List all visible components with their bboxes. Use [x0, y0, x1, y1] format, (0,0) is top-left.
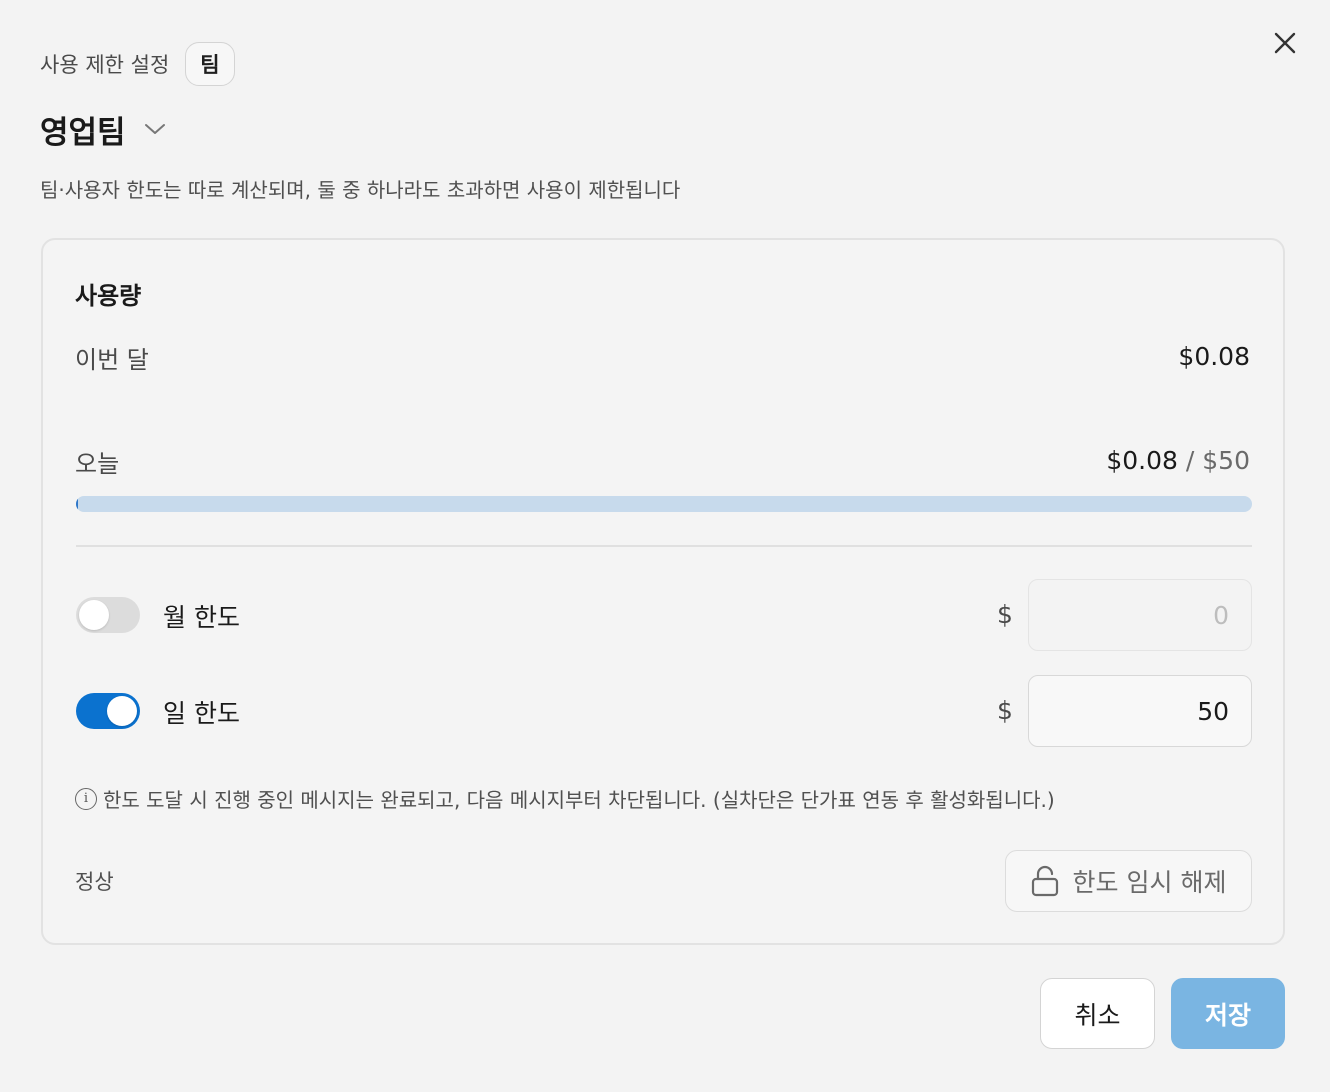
- daily-currency-symbol: $: [997, 696, 1013, 725]
- unlock-icon: [1031, 865, 1058, 897]
- dialog-header: 사용 제한 설정 팀: [40, 42, 235, 86]
- info-icon: i: [75, 787, 97, 810]
- toggle-knob: [107, 696, 137, 726]
- today-usage-progress: [76, 496, 1252, 512]
- daily-limit-toggle[interactable]: [76, 693, 140, 729]
- daily-limit-input[interactable]: [1028, 675, 1252, 747]
- today-usage-label: 오늘: [75, 450, 120, 478]
- month-usage-label: 이번 달: [75, 346, 149, 374]
- monthly-limit-input[interactable]: [1028, 579, 1252, 651]
- month-usage-value: $0.08: [1178, 342, 1250, 371]
- monthly-limit-toggle[interactable]: [76, 597, 140, 633]
- today-usage-limit: $50: [1202, 446, 1250, 475]
- today-usage-separator: /: [1177, 446, 1203, 475]
- temporary-unlock-label: 한도 임시 해제: [1072, 868, 1227, 897]
- usage-card: 사용량 이번 달 $0.08 오늘 $0.08 / $50 월 한도 $ 일 한…: [41, 238, 1285, 945]
- usage-limit-dialog: 사용 제한 설정 팀 영업팀 팀·사용자 한도는 따로 계산되며, 둘 중 하나…: [0, 0, 1330, 1092]
- monthly-limit-label: 월 한도: [163, 603, 240, 632]
- scope-badge: 팀: [185, 42, 235, 86]
- dialog-title: 사용 제한 설정: [40, 53, 170, 77]
- today-usage-amount: $0.08: [1106, 446, 1178, 475]
- limit-note-text: 한도 도달 시 진행 중인 메시지는 완료되고, 다음 메시지부터 차단됩니다.…: [103, 788, 1055, 812]
- section-divider: [76, 545, 1252, 547]
- today-usage-value: $0.08 / $50: [1106, 446, 1250, 475]
- team-selector[interactable]: 영업팀: [40, 104, 166, 154]
- chevron-down-icon: [144, 124, 165, 134]
- close-icon: [1274, 32, 1296, 54]
- monthly-currency-symbol: $: [997, 600, 1013, 629]
- today-usage-progress-fill: [76, 496, 79, 512]
- limit-note: i 한도 도달 시 진행 중인 메시지는 완료되고, 다음 메시지부터 차단됩니…: [75, 784, 1055, 813]
- temporary-unlock-button[interactable]: 한도 임시 해제: [1005, 850, 1252, 912]
- limit-status: 정상: [75, 870, 114, 894]
- daily-limit-label: 일 한도: [163, 699, 240, 728]
- usage-title: 사용량: [75, 282, 142, 310]
- save-button[interactable]: 저장: [1171, 978, 1285, 1049]
- cancel-button[interactable]: 취소: [1040, 978, 1155, 1049]
- close-button[interactable]: [1264, 22, 1306, 64]
- toggle-knob: [79, 600, 109, 630]
- limit-description: 팀·사용자 한도는 따로 계산되며, 둘 중 하나라도 초과하면 사용이 제한됩…: [40, 178, 681, 202]
- team-name: 영업팀: [40, 114, 126, 151]
